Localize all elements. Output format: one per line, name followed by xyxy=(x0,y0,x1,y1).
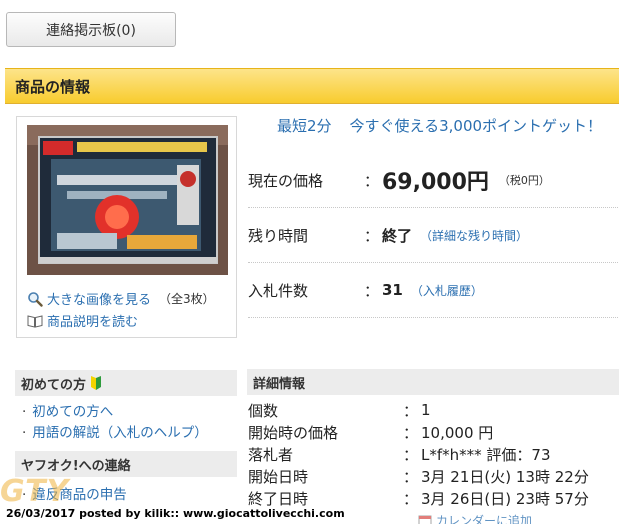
watermark-logo: GTY xyxy=(0,474,70,509)
remaining-colon: ： xyxy=(364,226,380,245)
promo-banner[interactable]: 最短2分 今すぐ使える3,000ポイントゲット！ xyxy=(277,115,602,136)
detail-colon: ： xyxy=(403,445,419,464)
product-photo[interactable] xyxy=(27,125,228,275)
detail-row: 落札者 ： L*f*h*** 評価：73 xyxy=(248,443,618,465)
footer-credit: 26/03/2017 posted by kilik:: www.giocatt… xyxy=(6,507,345,520)
detail-value: 10,000 円 xyxy=(421,423,494,442)
bids-label: 入札件数 xyxy=(248,281,309,300)
section-title: 商品の情報 xyxy=(15,77,91,96)
remaining-time-row: 残り時間 ： 終了 （詳細な残り時間） xyxy=(248,208,618,262)
product-image-box: 大きな画像を見る （全3枚） 商品説明を読む xyxy=(16,116,237,338)
description-link[interactable]: 商品説明を読む xyxy=(47,311,138,330)
contact-title: ヤフオク!への連絡 xyxy=(21,458,131,474)
bid-count-row: 入札件数 ： 31 （入札履歴） xyxy=(248,263,618,317)
remaining-value: 終了 xyxy=(382,226,413,245)
detail-colon: ： xyxy=(403,489,419,508)
bullet: · xyxy=(22,425,27,441)
remaining-detail-link[interactable]: （詳細な残り時間） xyxy=(420,227,528,244)
add-to-calendar-link[interactable]: カレンダーに追加 xyxy=(418,512,532,524)
detail-colon: ： xyxy=(403,401,419,420)
price-value: 69,000円 xyxy=(382,170,489,195)
current-price-row: 現在の価格 ： 69,000円 （税0円） xyxy=(248,153,618,207)
detail-row: 開始時の価格 ： 10,000 円 xyxy=(248,421,618,443)
detail-value: L*f*h*** 評価：73 xyxy=(421,445,551,464)
beginner-header: 初めての方 xyxy=(15,370,237,396)
product-photo-graphic xyxy=(27,125,228,275)
detail-value: 1 xyxy=(421,401,431,419)
remaining-label: 残り時間 xyxy=(248,226,309,245)
beginner-title: 初めての方 xyxy=(21,377,87,393)
calendar-label[interactable]: カレンダーに追加 xyxy=(436,512,532,524)
detail-value: 3月 26日(日) 23時 57分 xyxy=(421,489,589,508)
calendar-icon xyxy=(418,515,432,524)
detail-value: 3月 21日(火) 13時 22分 xyxy=(421,467,589,486)
price-colon: ： xyxy=(364,171,380,190)
magnifier-icon xyxy=(28,291,43,307)
glossary-link[interactable]: · 用語の解説（入札のヘルプ） xyxy=(22,421,208,441)
large-image-link[interactable]: 大きな画像を見る xyxy=(47,289,151,308)
detail-title: 詳細情報 xyxy=(253,376,306,392)
bids-colon: ： xyxy=(364,281,380,300)
bids-value: 31 xyxy=(382,281,403,299)
glossary-label[interactable]: 用語の解説（入札のヘルプ） xyxy=(32,425,208,441)
price-tax: （税0円） xyxy=(498,174,550,187)
detail-colon: ： xyxy=(403,423,419,442)
image-count: （全3枚） xyxy=(159,292,215,306)
promo-shortest[interactable]: 最短2分 xyxy=(277,117,332,135)
detail-row: 開始日時 ： 3月 21日(火) 13時 22分 xyxy=(248,465,618,487)
detail-key: 落札者 xyxy=(248,445,294,464)
description-link-row: 商品説明を読む xyxy=(27,311,138,330)
message-board-button[interactable]: 連絡掲示板(0) xyxy=(6,12,176,47)
detail-key: 個数 xyxy=(248,401,279,420)
detail-colon: ： xyxy=(403,467,419,486)
detail-info-header: 詳細情報 xyxy=(247,369,619,395)
detail-row: 終了日時 ： 3月 26日(日) 23時 57分 xyxy=(248,487,618,509)
bullet: · xyxy=(22,404,27,420)
book-icon xyxy=(27,314,43,328)
bid-history-link[interactable]: （入札履歴） xyxy=(411,282,483,299)
detail-key: 終了日時 xyxy=(248,489,309,508)
beginner-guide-label[interactable]: 初めての方へ xyxy=(32,404,113,420)
large-image-link-row: 大きな画像を見る （全3枚） xyxy=(27,289,215,308)
beginner-mark-icon xyxy=(91,376,102,390)
detail-row: 個数 ： 1 xyxy=(248,399,618,421)
detail-key: 開始時の価格 xyxy=(248,423,339,442)
price-label: 現在の価格 xyxy=(248,171,324,190)
product-info-header: 商品の情報 xyxy=(5,68,619,104)
promo-points[interactable]: 今すぐ使える3,000ポイントゲット！ xyxy=(350,117,603,135)
beginner-guide-link[interactable]: · 初めての方へ xyxy=(22,400,113,420)
detail-key: 開始日時 xyxy=(248,467,309,486)
divider xyxy=(248,317,618,318)
